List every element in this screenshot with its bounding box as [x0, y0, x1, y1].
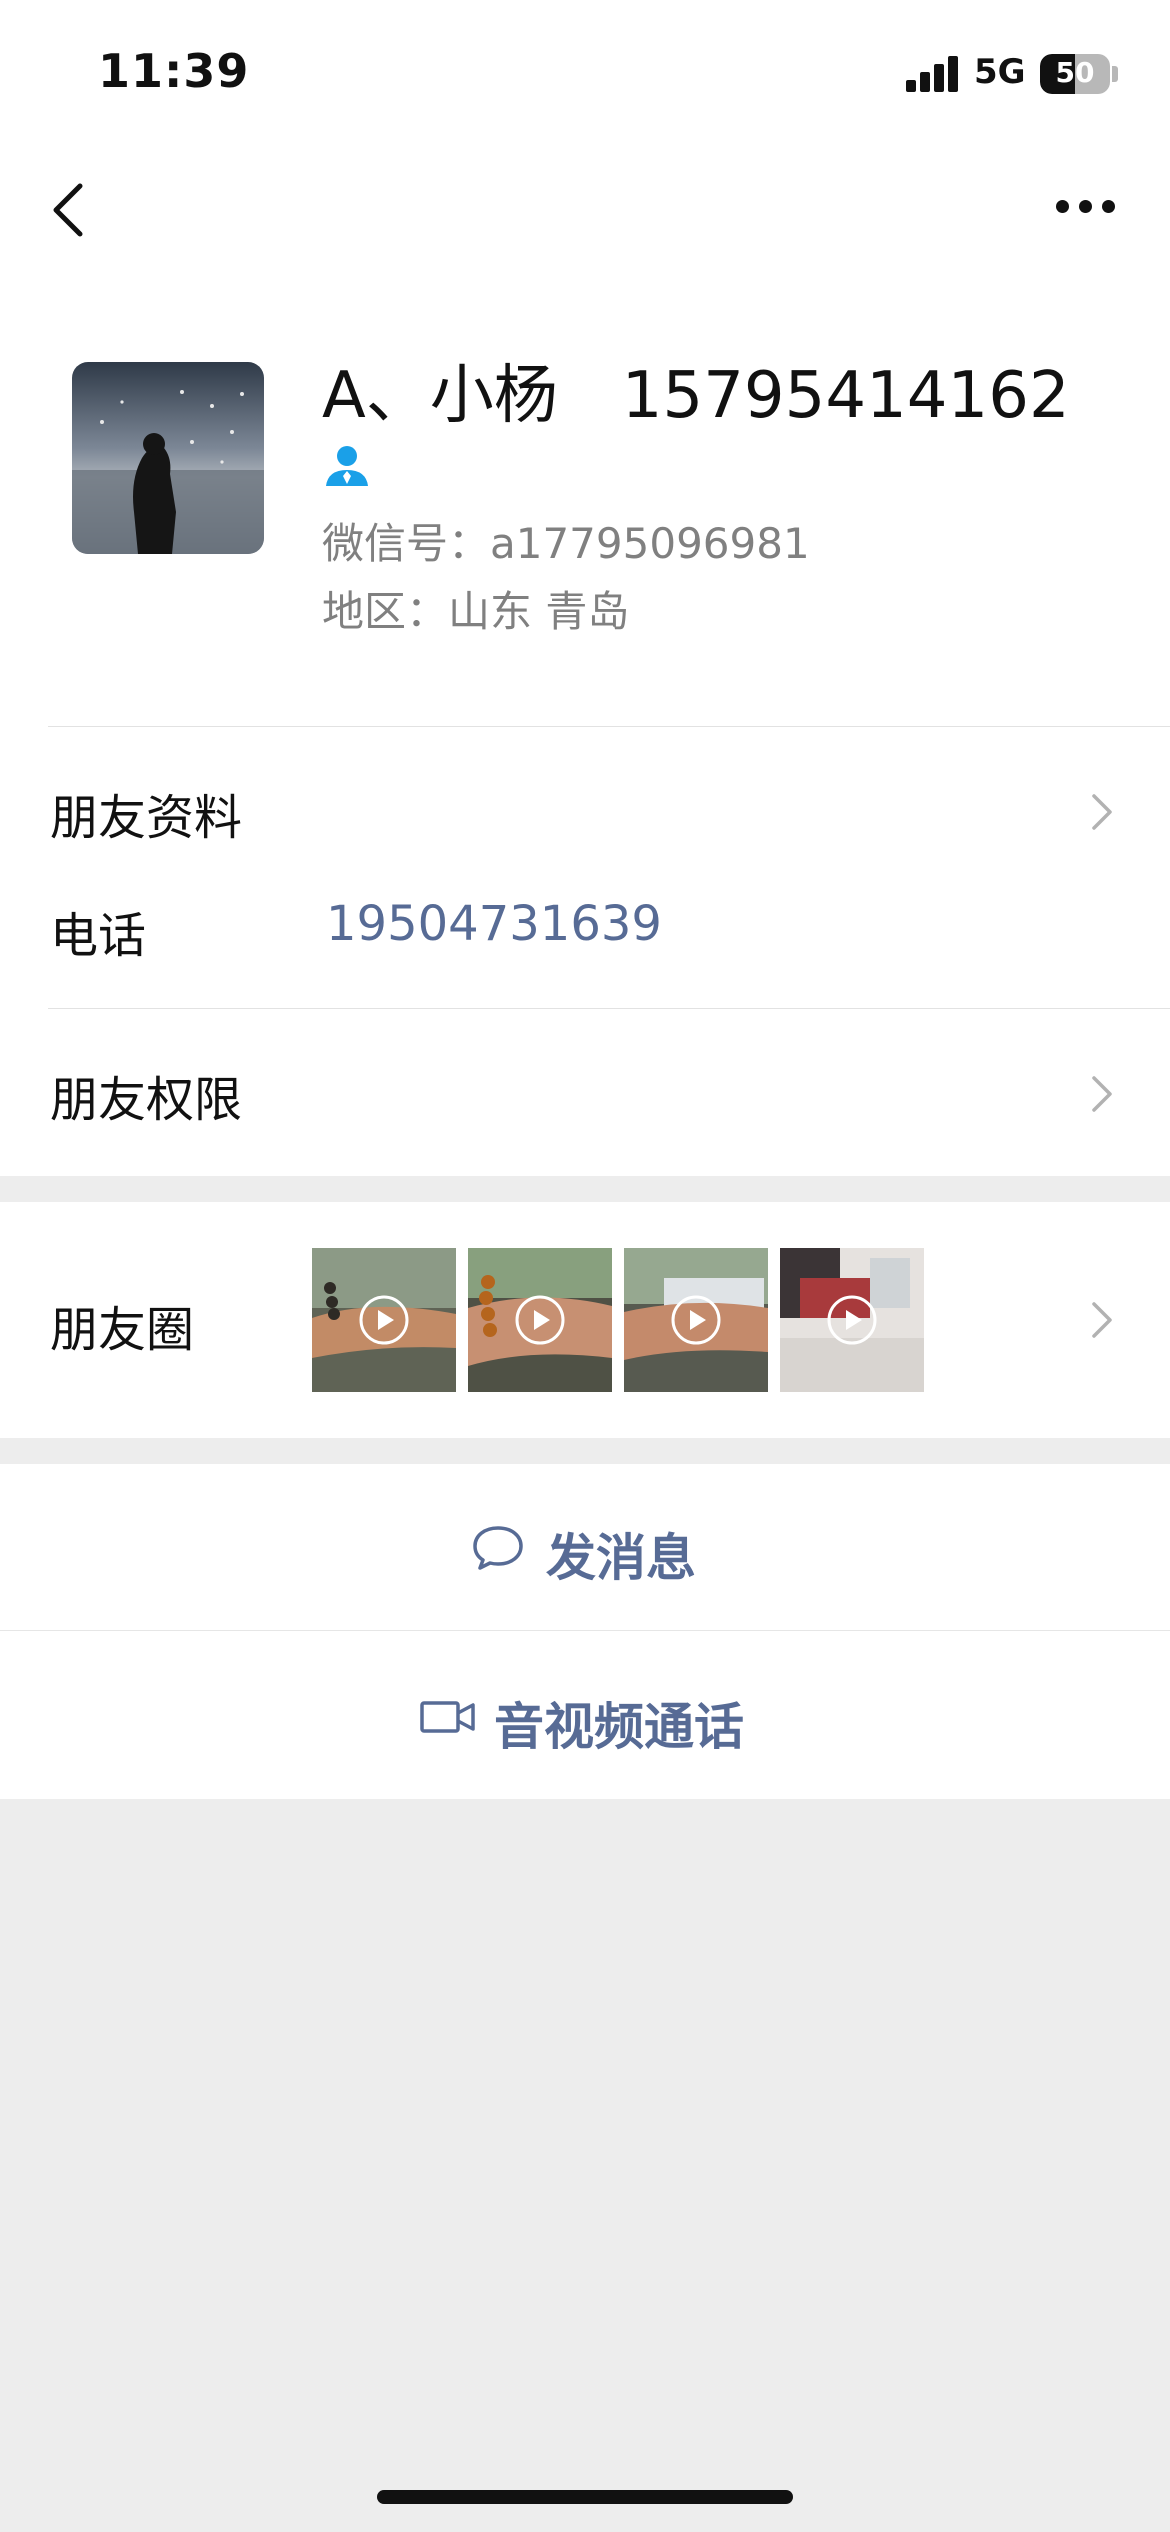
chevron-right-icon [1092, 1302, 1112, 1338]
send-message-button[interactable]: 发消息 [0, 1464, 1170, 1630]
friend-info-label[interactable]: 朋友资料 [50, 778, 242, 848]
divider [48, 1008, 1170, 1009]
video-call-label: 音视频通话 [494, 1698, 744, 1756]
profile-card: A、小杨 15795414162 微信号：a17795096981 地区：山东 … [0, 280, 1170, 726]
moments-thumbnail [312, 1248, 456, 1392]
region: 地区：山东 青岛 [322, 587, 630, 636]
divider [48, 726, 1170, 727]
info-section: 朋友资料 电话 19504731639 朋友权限 [0, 726, 1170, 1176]
battery-tip [1112, 66, 1118, 82]
moments-row[interactable]: 朋友圈 [0, 1202, 1170, 1438]
home-indicator [377, 2490, 793, 2504]
chevron-right-icon [1092, 1076, 1112, 1112]
status-bar: 11:39 5G 50 [0, 0, 1170, 140]
battery-level: 50 [1055, 56, 1095, 89]
nav-bar [0, 140, 1170, 280]
phone-label: 电话 [50, 908, 147, 964]
avatar[interactable] [72, 362, 264, 554]
moments-thumbnail [468, 1248, 612, 1392]
moments-label: 朋友圈 [50, 1302, 195, 1358]
chevron-right-icon [1092, 794, 1112, 830]
person-icon [326, 446, 368, 486]
network-label: 5G [974, 52, 1026, 92]
send-message-label: 发消息 [546, 1529, 696, 1587]
chevron-left-icon[interactable] [50, 180, 90, 240]
moments-thumbnail [624, 1248, 768, 1392]
signal-icon [906, 56, 960, 92]
moments-thumbnail [780, 1248, 924, 1392]
friend-permissions-label[interactable]: 朋友权限 [50, 1060, 242, 1130]
more-horizontal-icon[interactable] [1056, 200, 1116, 214]
battery-icon: 50 [1040, 54, 1110, 94]
video-call-button[interactable]: 音视频通话 [0, 1631, 1170, 1799]
status-time: 11:39 [98, 44, 250, 98]
video-camera-icon [420, 1701, 475, 1733]
contact-name: A、小杨 15795414162 [322, 359, 1070, 433]
phone-number-link[interactable]: 19504731639 [326, 896, 662, 952]
wechat-id: 微信号：a17795096981 [322, 519, 810, 568]
chat-bubble-icon [473, 1526, 523, 1570]
